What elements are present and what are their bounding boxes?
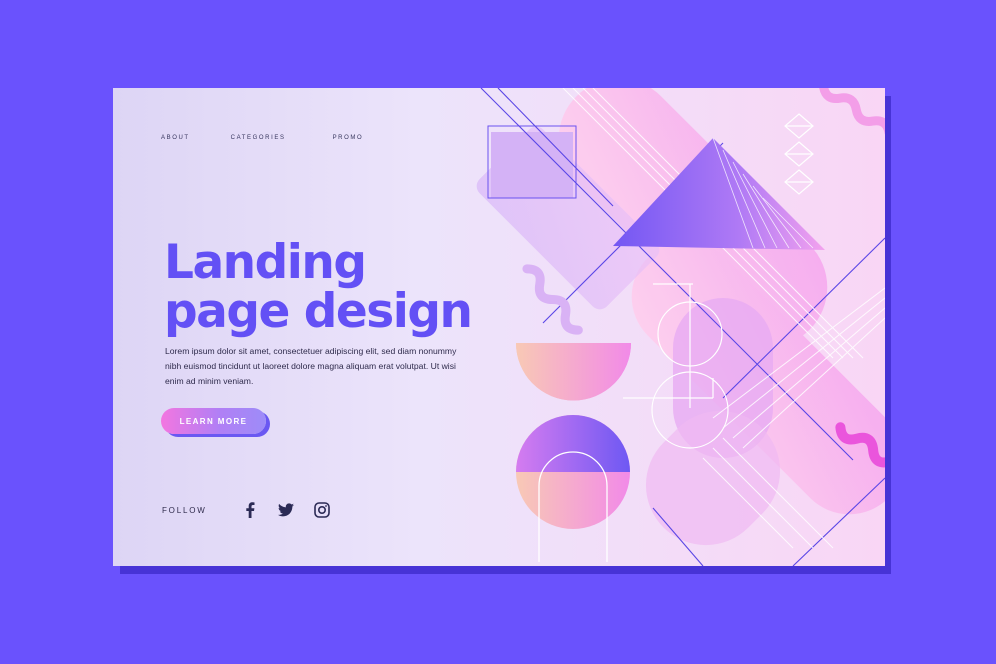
twitter-icon[interactable]	[277, 501, 295, 519]
instagram-icon[interactable]	[313, 501, 331, 519]
page-title-line2: page design	[164, 284, 473, 339]
learn-more-button[interactable]: LEARN MORE	[161, 408, 266, 434]
follow-label: FOLLOW	[162, 505, 207, 515]
page-title: Landing page design	[164, 235, 473, 339]
nav-about-link[interactable]: ABOUT	[161, 135, 190, 141]
hero-description: Lorem ipsum dolor sit amet, consectetuer…	[165, 346, 457, 387]
top-nav: ABOUT CATEGORIES PROMO	[161, 135, 404, 141]
nav-promo-link[interactable]: PROMO	[333, 135, 364, 141]
nav-categories-link[interactable]: CATEGORIES	[231, 135, 286, 141]
page-title-line1: Landing	[164, 235, 367, 290]
landing-page-card: ABOUT CATEGORIES PROMO Landing page desi…	[113, 88, 885, 566]
follow-row: FOLLOW	[162, 501, 349, 519]
facebook-icon[interactable]	[241, 501, 259, 519]
